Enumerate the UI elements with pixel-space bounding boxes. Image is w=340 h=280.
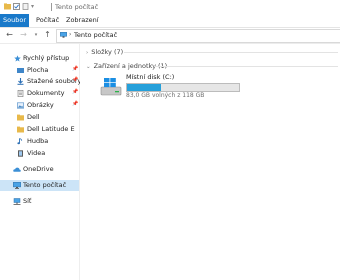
- drive-item-c[interactable]: Místní disk (C:) 83,0 GB volných z 118 G…: [100, 73, 250, 101]
- sidebar-item-this-pc[interactable]: Tento počítač: [0, 180, 79, 191]
- sidebar-item-music[interactable]: Hudba: [0, 136, 79, 147]
- folder-icon[interactable]: [4, 3, 11, 10]
- folder-icon: [17, 126, 24, 133]
- tab-soubor[interactable]: Soubor: [0, 14, 29, 27]
- group-divider: [124, 52, 338, 53]
- forward-arrow-icon[interactable]: →: [19, 30, 28, 40]
- sidebar-item-dell[interactable]: Dell: [0, 112, 79, 123]
- sidebar-item-label: Dell: [27, 113, 40, 121]
- sidebar-item-quick-access[interactable]: Rychlý přístup: [0, 53, 79, 64]
- computer-icon: [60, 32, 67, 38]
- download-icon: [17, 78, 24, 85]
- sidebar-item-label: Dokumenty: [27, 89, 65, 97]
- sidebar-item-videos[interactable]: Videa: [0, 148, 79, 159]
- sidebar-item-onedrive[interactable]: OneDrive: [0, 164, 79, 175]
- up-arrow-icon[interactable]: ↑: [43, 30, 52, 40]
- tab-zobrazeni[interactable]: Zobrazení: [66, 14, 99, 27]
- sidebar-item-documents[interactable]: Dokumenty 📌: [0, 88, 79, 99]
- title-separator: [51, 3, 52, 11]
- computer-icon: [13, 182, 21, 189]
- sidebar-item-label: Videa: [27, 149, 46, 157]
- sidebar-item-plocha[interactable]: Plocha 📌: [0, 65, 79, 76]
- properties-icon[interactable]: [13, 3, 20, 10]
- sidebar-item-label: Síť: [23, 197, 32, 205]
- drive-usage-bar: [126, 83, 240, 92]
- address-bar[interactable]: › Tento počítač: [56, 29, 340, 43]
- cloud-icon: [13, 166, 21, 173]
- folder-icon: [17, 114, 24, 121]
- star-icon: [14, 55, 21, 62]
- pin-icon[interactable]: 📌: [72, 89, 78, 95]
- network-icon: [13, 198, 21, 205]
- sidebar-item-network[interactable]: Síť: [0, 196, 79, 207]
- sidebar-item-label: Obrázky: [27, 101, 54, 109]
- back-arrow-icon[interactable]: ←: [5, 30, 14, 40]
- sidebar-item-dell-latitude[interactable]: Dell Latitude E: [0, 124, 79, 135]
- documents-icon: [17, 90, 24, 98]
- chevron-down-icon[interactable]: ⌄: [86, 64, 91, 70]
- title-bar: ▾ Tento počítač: [0, 0, 340, 14]
- sidebar-item-label: Plocha: [27, 66, 49, 74]
- sidebar-item-label: Hudba: [27, 137, 49, 145]
- pin-icon[interactable]: 📌: [72, 77, 78, 83]
- navigation-pane: Rychlý přístup Plocha 📌 Stažené soubory …: [0, 44, 81, 280]
- pictures-icon: [17, 102, 25, 109]
- group-divider: [154, 66, 338, 67]
- navigation-bar: ← → ▾ ↑ › Tento počítač: [0, 28, 340, 44]
- sidebar-item-label: Tento počítač: [23, 181, 67, 189]
- videos-icon: [17, 150, 24, 157]
- breadcrumb-location[interactable]: Tento počítač: [74, 31, 117, 39]
- sidebar-item-label: OneDrive: [23, 165, 54, 173]
- folders-group-header[interactable]: › Složky (7): [86, 48, 123, 56]
- sidebar-item-label: Dell Latitude E: [27, 125, 75, 133]
- music-icon: [17, 138, 24, 145]
- pin-icon[interactable]: 📌: [72, 101, 78, 107]
- windows-drive-icon: [100, 77, 122, 97]
- sidebar-item-label: Rychlý přístup: [23, 54, 70, 62]
- breadcrumb-chevron-icon[interactable]: ›: [69, 31, 71, 38]
- drive-free-space: 83,0 GB volných z 118 GB: [126, 92, 205, 99]
- drive-name: Místní disk (C:): [126, 73, 175, 81]
- window-title: Tento počítač: [55, 3, 99, 11]
- desktop-icon: [17, 67, 24, 74]
- sidebar-item-downloads[interactable]: Stažené soubory 📌: [0, 76, 81, 87]
- content-area: › Složky (7) ⌄ Zařízení a jednotky (1) Mís…: [80, 44, 340, 280]
- qat-dropdown-icon[interactable]: ▾: [31, 3, 38, 10]
- folders-group-label: Složky (7): [91, 48, 124, 56]
- sidebar-item-pictures[interactable]: Obrázky 📌: [0, 100, 79, 111]
- pin-icon[interactable]: 📌: [72, 66, 78, 72]
- tab-pocitac[interactable]: Počítač: [36, 14, 59, 27]
- ribbon-tabs: Soubor Počítač Zobrazení: [0, 14, 340, 28]
- chevron-right-icon[interactable]: ›: [86, 50, 88, 56]
- recent-locations-chevron-icon[interactable]: ▾: [33, 30, 39, 40]
- drive-usage-fill: [127, 84, 161, 91]
- new-folder-icon[interactable]: [22, 3, 29, 10]
